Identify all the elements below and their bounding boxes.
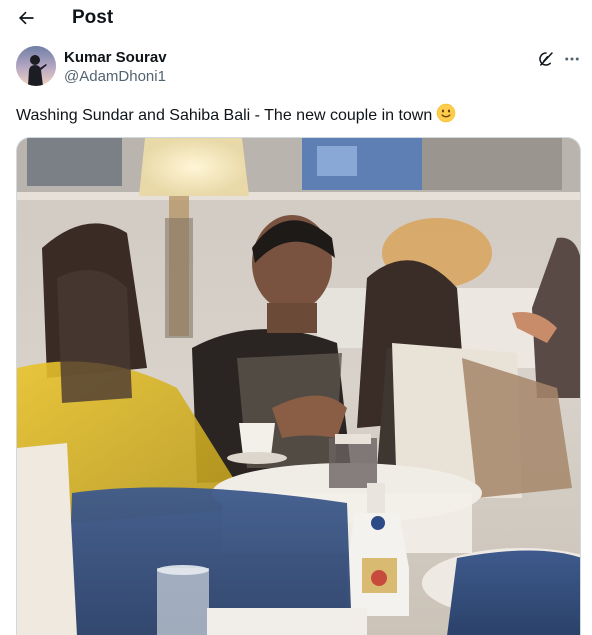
top-header: Post (0, 0, 592, 38)
avatar-silhouette-icon (16, 46, 56, 86)
restaurant-scene-image (17, 138, 580, 635)
back-button[interactable] (12, 6, 40, 30)
author-name[interactable]: Kumar Sourav (64, 49, 167, 66)
arrow-left-icon (18, 11, 34, 25)
post-text-content: Washing Sundar and Sahiba Bali - The new… (16, 107, 433, 124)
post-media[interactable] (16, 137, 581, 635)
grok-icon (539, 52, 553, 66)
grok-button[interactable] (535, 48, 557, 70)
author-handle[interactable]: @AdamDhoni1 (64, 68, 166, 85)
more-options-button[interactable] (561, 48, 583, 70)
avatar[interactable] (16, 46, 56, 86)
more-horizontal-icon (565, 57, 579, 61)
page-title: Post (72, 7, 114, 28)
post-text: Washing Sundar and Sahiba Bali - The new… (16, 103, 576, 129)
slightly-smiling-face-icon (436, 103, 456, 129)
